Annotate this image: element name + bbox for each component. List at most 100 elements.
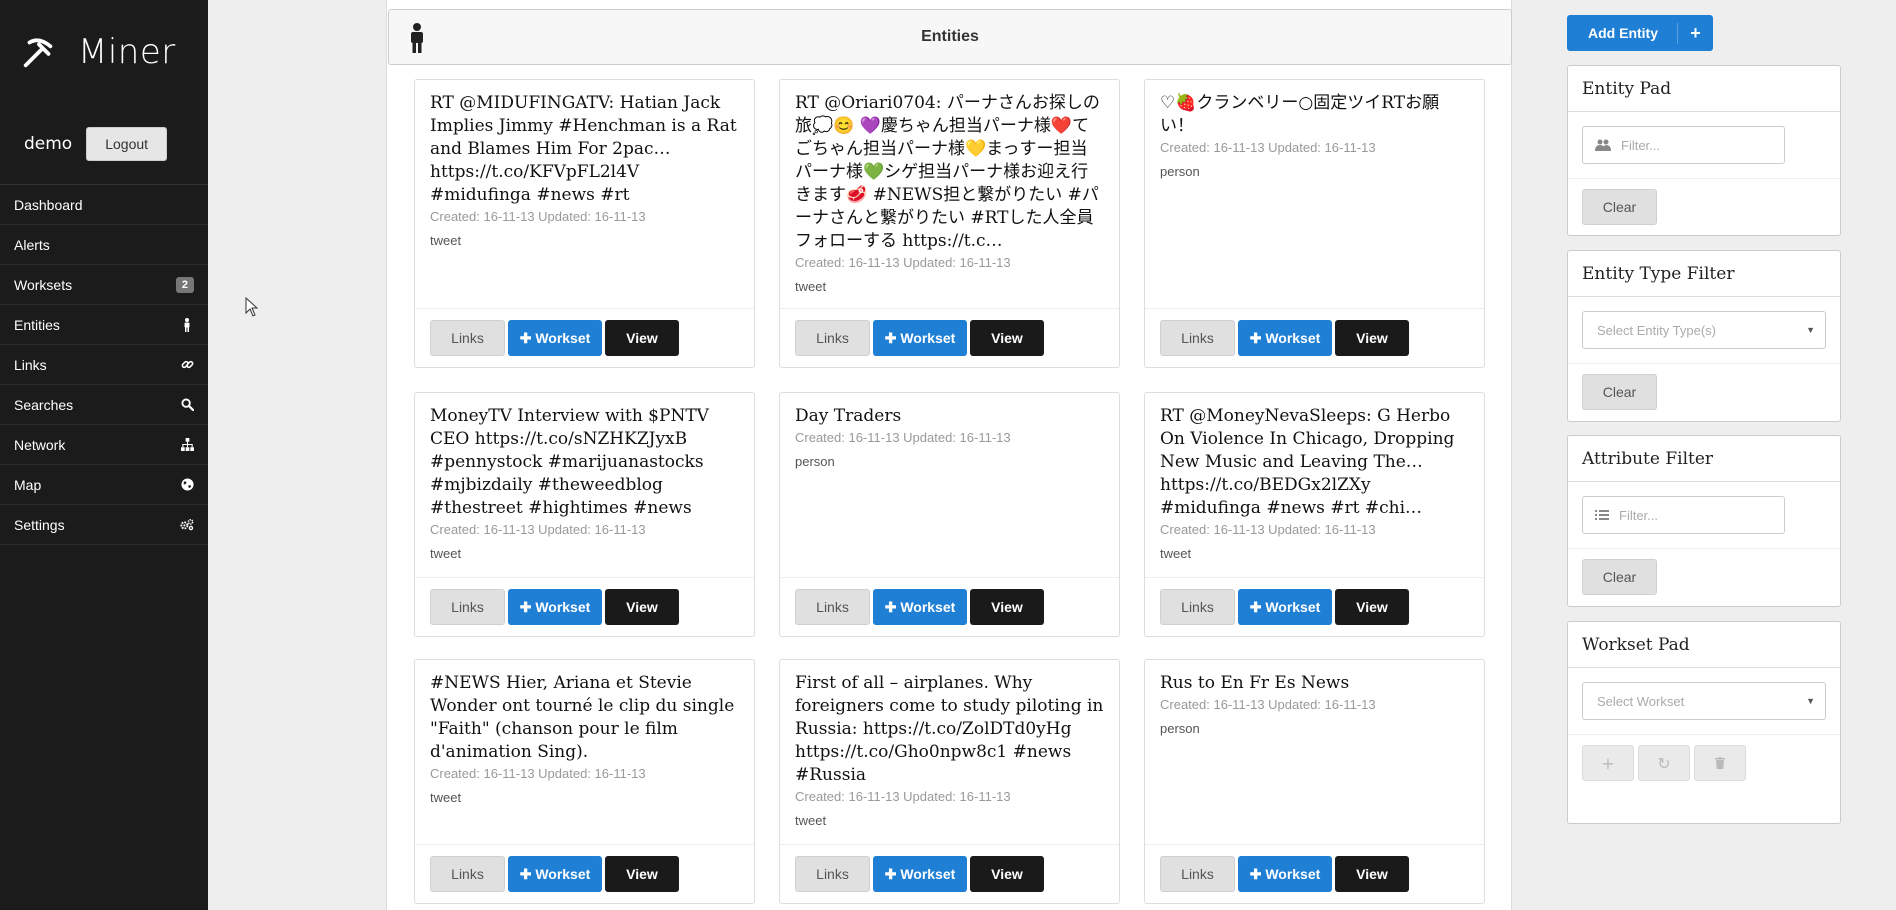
view-button[interactable]: View [605,320,679,356]
add-to-workset-button[interactable]: ✚ Workset [873,589,967,625]
sidebar-item-network[interactable]: Network [0,425,208,465]
entity-type: person [795,454,835,469]
sidebar-item-entities[interactable]: Entities [0,305,208,345]
sidebar-item-alerts[interactable]: Alerts [0,225,208,265]
entity-card: Day Traders Created: 16-11-13 Updated: 1… [779,392,1120,637]
sidebar-nav: Dashboard Alerts Worksets 2 Entities Lin… [0,185,208,545]
attribute-filter-clear-button[interactable]: Clear [1582,559,1657,595]
add-to-workset-button[interactable]: ✚ Workset [508,856,602,892]
sidebar-item-dashboard[interactable]: Dashboard [0,185,208,225]
view-button[interactable]: View [970,320,1044,356]
list-icon [1595,509,1609,521]
sidebar-item-label: Entities [14,316,60,333]
entity-type: tweet [430,233,462,248]
refresh-icon: ↻ [1657,753,1671,773]
entity-card: ♡🍓クランベリー○固定ツイRTお願い！ Created: 16-11-13 Up… [1144,79,1485,368]
add-to-workset-button[interactable]: ✚ Workset [873,856,967,892]
entity-title: RT @Oriari0704: パーナさんお探しの旅💭😊 💜慶ちゃん担当パーナ様… [795,93,1100,251]
plus-icon: ✚ [519,329,536,346]
links-button[interactable]: Links [795,589,870,625]
mouse-cursor-icon [245,297,259,317]
card-actions: Links ✚ Workset View [415,844,754,903]
plus-icon: + [1601,753,1615,773]
sidebar-item-links[interactable]: Links [0,345,208,385]
add-to-workset-button[interactable]: ✚ Workset [508,320,602,356]
brand[interactable]: Miner [0,0,208,103]
view-button[interactable]: View [970,589,1044,625]
card-actions: Links ✚ Workset View [1145,844,1484,903]
workset-pad-title: Workset Pad [1568,622,1840,668]
entity-type: person [1160,164,1200,179]
entity-pad-clear-button[interactable]: Clear [1582,189,1657,225]
entity-pad-filter-input[interactable]: Filter... [1582,126,1785,164]
sidebar-item-label: Alerts [14,236,50,253]
view-button[interactable]: View [1335,320,1409,356]
entity-type: tweet [795,813,827,828]
sidebar-item-searches[interactable]: Searches [0,385,208,425]
links-button[interactable]: Links [1160,320,1235,356]
attribute-filter-panel: Attribute Filter Filter... Clear [1567,435,1841,607]
sidebar-item-label: Searches [14,396,74,413]
entity-card: RT @MIDUFINGATV: Hatian Jack Implies Jim… [414,79,755,368]
entity-type-select[interactable]: Select Entity Type(s) ▼ [1582,311,1826,349]
trash-icon [1715,757,1725,769]
card-actions: Links ✚ Workset View [780,308,1119,367]
entity-type-filter-panel: Entity Type Filter Select Entity Type(s)… [1567,250,1841,422]
entity-title: RT @MoneyNevaSleeps: G Herbo On Violence… [1160,406,1455,518]
entity-card: Rus to En Fr Es News Created: 16-11-13 U… [1144,659,1485,904]
entity-type-placeholder: Select Entity Type(s) [1597,322,1716,338]
card-actions: Links ✚ Workset View [1145,577,1484,636]
person-icon [180,317,194,332]
links-button[interactable]: Links [795,320,870,356]
entity-pad-title: Entity Pad [1568,66,1840,112]
add-to-workset-button[interactable]: ✚ Workset [1238,320,1332,356]
card-actions: Links ✚ Workset View [1145,308,1484,367]
sidebar-item-map[interactable]: Map [0,465,208,505]
view-button[interactable]: View [970,856,1044,892]
plus-icon: ✚ [884,329,901,346]
workset-placeholder: Select Workset [1597,693,1685,709]
links-button[interactable]: Links [795,856,870,892]
add-to-workset-button[interactable]: ✚ Workset [873,320,967,356]
view-button[interactable]: View [1335,856,1409,892]
delete-workset-button[interactable] [1694,745,1746,781]
entity-dates: Created: 16-11-13 Updated: 16-11-13 [1160,140,1376,155]
add-to-workset-button[interactable]: ✚ Workset [1238,856,1332,892]
refresh-workset-button[interactable]: ↻ [1638,745,1690,781]
entity-card: First of all – airplanes. Why foreigners… [779,659,1120,904]
links-button[interactable]: Links [1160,589,1235,625]
entity-dates: Created: 16-11-13 Updated: 16-11-13 [795,255,1011,270]
entity-pad-placeholder: Filter... [1621,137,1661,153]
view-button[interactable]: View [1335,589,1409,625]
user-bar: demo Logout [0,103,208,185]
sidebar-item-settings[interactable]: Settings [0,505,208,545]
entity-type-clear-button[interactable]: Clear [1582,374,1657,410]
add-to-workset-button[interactable]: ✚ Workset [508,589,602,625]
users-icon [1595,139,1611,151]
add-to-workset-button[interactable]: ✚ Workset [1238,589,1332,625]
app-name: Miner [78,31,176,72]
view-button[interactable]: View [605,856,679,892]
links-button[interactable]: Links [430,320,505,356]
workset-label: Workset [900,866,956,882]
links-button[interactable]: Links [1160,856,1235,892]
card-actions: Links ✚ Workset View [415,577,754,636]
entity-title: Rus to En Fr Es News [1160,673,1350,693]
card-actions: Links ✚ Workset View [780,577,1119,636]
sidebar-item-worksets[interactable]: Worksets 2 [0,265,208,305]
workset-label: Workset [900,599,956,615]
workset-actions: + ↻ [1568,734,1840,796]
plus-icon: ✚ [519,865,536,882]
sidebar-item-label: Links [14,356,47,373]
attribute-filter-input[interactable]: Filter... [1582,496,1785,534]
links-button[interactable]: Links [430,589,505,625]
add-entity-button[interactable]: Add Entity + [1567,15,1713,51]
add-workset-button[interactable]: + [1582,745,1634,781]
logout-button[interactable]: Logout [86,126,168,161]
entity-dates: Created: 16-11-13 Updated: 16-11-13 [795,789,1011,804]
workset-select[interactable]: Select Workset ▼ [1582,682,1826,720]
cogs-icon [180,518,194,532]
entity-dates: Created: 16-11-13 Updated: 16-11-13 [1160,697,1376,712]
view-button[interactable]: View [605,589,679,625]
links-button[interactable]: Links [430,856,505,892]
